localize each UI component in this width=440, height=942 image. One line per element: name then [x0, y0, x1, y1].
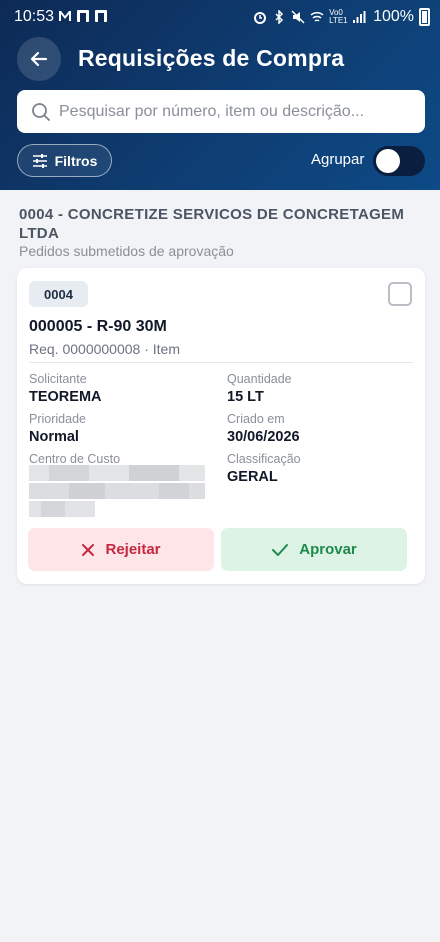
section-subtitle: Pedidos submetidos de aprovação — [19, 243, 234, 259]
supplier-badge: 0004 — [29, 281, 88, 307]
document-icon — [77, 10, 89, 22]
field-criado-em: Criado em 30/06/2026 — [227, 412, 417, 445]
field-label: Solicitante — [29, 372, 87, 386]
arrow-left-icon — [30, 51, 48, 67]
field-label: Quantidade — [227, 372, 292, 386]
search-bar[interactable] — [17, 90, 425, 133]
field-label: Centro de Custo — [29, 452, 121, 466]
field-value: GERAL — [227, 469, 278, 485]
approve-button[interactable]: Aprovar — [221, 528, 407, 571]
battery-icon — [419, 8, 430, 26]
field-value: TEOREMA — [29, 389, 102, 405]
field-value: 30/06/2026 — [227, 429, 300, 445]
filters-label: Filtros — [54, 152, 98, 169]
field-value: 15 LT — [227, 389, 264, 405]
filters-button[interactable]: Filtros — [17, 144, 112, 177]
wifi-icon — [310, 11, 324, 22]
signal-icon — [353, 11, 366, 23]
battery-percent: 100% — [373, 8, 414, 25]
notification-icons — [58, 9, 108, 23]
redacted-cost-center — [29, 465, 205, 521]
divider — [29, 362, 413, 363]
field-label: Prioridade — [29, 412, 86, 426]
field-label: Criado em — [227, 412, 285, 426]
check-icon — [272, 543, 289, 556]
mail-icon — [59, 11, 71, 21]
status-bar: 10:53 Vo0 LTE1 100% — [0, 0, 440, 34]
field-classificacao: Classificação GERAL — [227, 452, 417, 485]
field-centro-de-custo: Centro de Custo — [29, 452, 219, 466]
group-label: Agrupar — [311, 151, 365, 168]
supplier-title: 0004 - CONCRETIZE SERVICOS DE CONCRETAGE… — [19, 206, 405, 242]
select-checkbox[interactable] — [388, 282, 412, 306]
network-label: Vo0 LTE1 — [329, 8, 348, 25]
field-label: Classificação — [227, 452, 301, 466]
document-icon — [95, 10, 107, 22]
reject-label: Rejeitar — [105, 541, 161, 558]
sliders-icon — [32, 153, 47, 168]
group-toggle[interactable] — [373, 146, 425, 176]
reject-button[interactable]: Rejeitar — [28, 528, 214, 571]
approve-label: Aprovar — [299, 541, 357, 558]
mute-icon — [291, 10, 305, 24]
close-icon — [82, 543, 95, 556]
field-quantidade: Quantidade 15 LT — [227, 372, 417, 405]
toggle-knob — [376, 149, 400, 173]
page-title: Requisições de Compra — [78, 45, 345, 71]
requisition-card: 0004 000005 - R-90 30M Req. 0000000008 ·… — [17, 268, 425, 584]
field-prioridade: Prioridade Normal — [29, 412, 219, 445]
bluetooth-icon — [275, 10, 284, 24]
item-title: 000005 - R-90 30M — [29, 318, 167, 335]
field-value: Normal — [29, 429, 79, 445]
field-solicitante: Solicitante TEOREMA — [29, 372, 219, 405]
status-time: 10:53 — [14, 8, 55, 25]
search-input[interactable] — [59, 102, 409, 121]
item-subtitle: Req. 0000000008 · Item — [29, 341, 180, 357]
back-button[interactable] — [17, 37, 61, 81]
search-icon — [32, 102, 50, 121]
alarm-icon — [254, 12, 267, 24]
status-right-group: Vo0 LTE1 100% — [253, 8, 430, 26]
